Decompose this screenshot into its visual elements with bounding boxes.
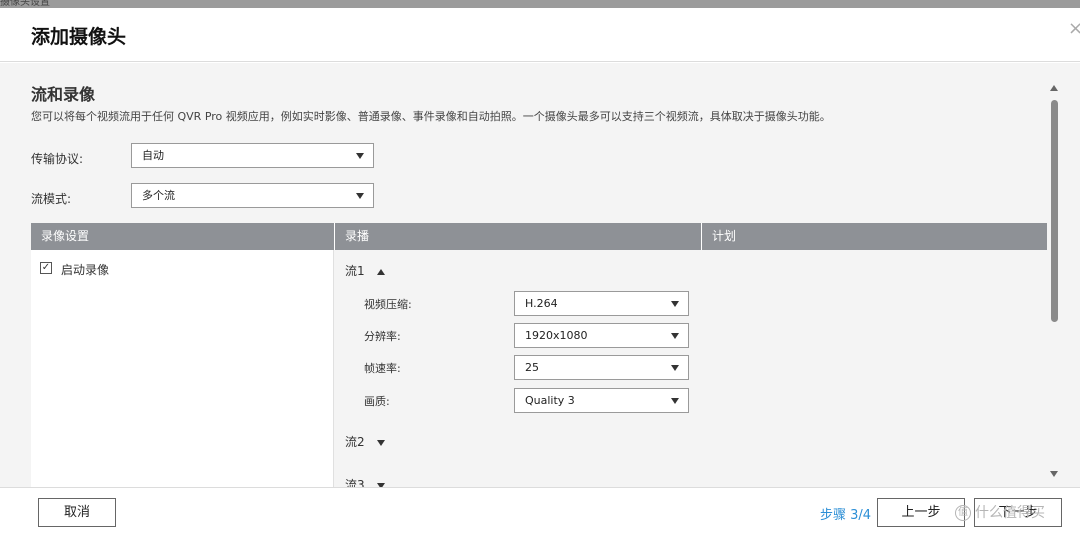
table-header: 录像设置 录播 计划 (31, 223, 1047, 250)
background-window-title: 摄像头设置 (0, 0, 50, 8)
chevron-down-icon (356, 153, 364, 159)
resolution-label: 分辨率: (364, 330, 401, 343)
quality-select[interactable]: Quality 3 (514, 388, 689, 413)
resolution-select[interactable]: 1920x1080 (514, 323, 689, 348)
close-icon[interactable]: × (1068, 18, 1080, 39)
chevron-down-icon (671, 333, 679, 339)
header-recording: 录播 (345, 229, 370, 243)
scroll-down-icon[interactable] (1050, 471, 1058, 477)
stream-3-label: 流3 (345, 478, 365, 487)
frame-rate-select[interactable]: 25 (514, 355, 689, 380)
step-indicator: 步骤 3/4 (820, 508, 872, 523)
dialog-header: 添加摄像头 × (0, 8, 1080, 62)
dialog-title: 添加摄像头 (31, 26, 127, 48)
stream-2-label: 流2 (345, 435, 365, 449)
stream-1-toggle[interactable]: 流1 (345, 262, 385, 279)
chevron-down-icon (376, 439, 385, 446)
stream-mode-label: 流模式: (31, 192, 72, 206)
dialog-content: 流和录像 您可以将每个视频流用于任何 QVR Pro 视频应用，例如实时影像、普… (0, 63, 1080, 487)
chevron-up-icon (376, 268, 385, 275)
chevron-down-icon (671, 365, 679, 371)
chevron-down-icon (356, 193, 364, 199)
stream-1-label: 流1 (345, 264, 365, 278)
prev-button[interactable]: 上一步 (877, 498, 965, 527)
background-window-strip: 摄像头设置 (0, 0, 1080, 8)
protocol-value: 自动 (142, 149, 164, 162)
video-compression-label: 视频压缩: (364, 298, 412, 311)
frame-rate-label: 帧速率: (364, 362, 401, 375)
protocol-select[interactable]: 自动 (131, 143, 374, 168)
cancel-button[interactable]: 取消 (38, 498, 116, 527)
dialog-footer: 取消 步骤 3/4 上一步 下一步 值什么值得买 (0, 487, 1080, 535)
chevron-down-icon (671, 301, 679, 307)
enable-recording-checkbox[interactable]: ✓ (40, 262, 52, 274)
protocol-label: 传输协议: (31, 152, 84, 166)
enable-recording-label: 启动录像 (61, 263, 110, 277)
watermark-text: 什么值得买 (975, 505, 1045, 521)
watermark: 值什么值得买 (955, 502, 1045, 522)
watermark-logo-icon: 值 (955, 505, 971, 521)
stream-mode-select[interactable]: 多个流 (131, 183, 374, 208)
video-compression-select[interactable]: H.264 (514, 291, 689, 316)
quality-value: Quality 3 (525, 394, 575, 407)
video-compression-value: H.264 (525, 297, 558, 310)
frame-rate-value: 25 (525, 361, 539, 374)
section-description: 您可以将每个视频流用于任何 QVR Pro 视频应用，例如实时影像、普通录像、事… (31, 110, 831, 123)
chevron-down-icon (671, 398, 679, 404)
section-title: 流和录像 (31, 85, 96, 104)
quality-label: 画质: (364, 395, 390, 408)
stream-3-toggle[interactable]: 流3 (345, 476, 385, 487)
stream-2-toggle[interactable]: 流2 (345, 433, 385, 450)
recording-settings-column: ✓ 启动录像 (31, 250, 334, 487)
scroll-up-icon[interactable] (1050, 85, 1058, 91)
resolution-value: 1920x1080 (525, 329, 588, 342)
stream-mode-value: 多个流 (142, 189, 175, 202)
scrollbar[interactable] (1050, 85, 1058, 485)
scroll-thumb[interactable] (1051, 100, 1058, 322)
header-recording-settings: 录像设置 (41, 229, 90, 243)
header-schedule: 计划 (712, 229, 737, 243)
